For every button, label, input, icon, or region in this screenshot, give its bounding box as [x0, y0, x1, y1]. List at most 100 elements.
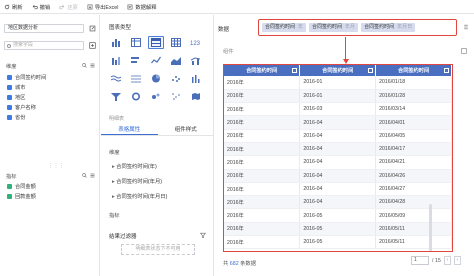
chart-type-points[interactable] — [168, 90, 184, 103]
chart-type-stacked-bar[interactable] — [108, 54, 124, 67]
undo-icon — [32, 4, 38, 9]
chart-type-detail-table[interactable] — [148, 36, 164, 49]
export-label: 导出Excel — [94, 4, 119, 11]
toolbar: 刷新 撤销 还原 导出Excel 数据解释 — [0, 0, 474, 14]
pill-name: 合同签约时间 — [265, 24, 296, 30]
field-label: 客户名称 — [15, 105, 36, 111]
dimension-field[interactable]: 省份 — [7, 114, 25, 121]
column-menu-icon[interactable] — [444, 68, 449, 73]
chart-type-line[interactable] — [148, 54, 164, 67]
table-row: 2016年 2016-05 2016/05/09 — [224, 208, 452, 223]
pill-sub: 年月日 — [397, 24, 413, 30]
table-cell: 2016年 — [224, 155, 301, 170]
tab-table-properties[interactable]: 表格属性 — [101, 124, 158, 135]
field-pill-day[interactable]: 合同签约时间 年月日 — [361, 23, 416, 32]
measure-section-title: 指标 — [6, 174, 17, 180]
dataset-select[interactable]: 地区数据分析 — [4, 23, 84, 33]
table-cell: 2016/04/05 — [375, 129, 452, 143]
chart-type-area[interactable] — [168, 54, 184, 67]
group-table-icon — [131, 38, 141, 47]
count-prefix: 共 — [223, 261, 229, 267]
points-chart-icon — [172, 93, 180, 100]
resize-handle[interactable]: ⋮⋮⋮ — [48, 163, 65, 169]
table-row: 2016年 2016-03 2016/03/14 — [224, 102, 452, 117]
dimension-field[interactable]: 合同签约时间 — [7, 74, 46, 81]
next-page-button[interactable]: › — [453, 256, 461, 265]
chart-type-dot[interactable] — [128, 72, 144, 85]
chart-type-bar-line[interactable] — [188, 54, 204, 67]
measure-field[interactable]: 合同金额 — [7, 183, 36, 190]
filter-icon[interactable] — [200, 232, 206, 238]
chart-type-ring[interactable] — [128, 90, 144, 103]
chart-type-column-compare[interactable] — [188, 72, 204, 85]
component-label: 组件 — [223, 49, 234, 55]
dimension-menu-icon[interactable] — [90, 63, 95, 68]
chart-type-map[interactable] — [188, 90, 204, 103]
measure-field[interactable]: 回款金额 — [7, 193, 36, 200]
chart-type-group-table[interactable] — [128, 36, 144, 49]
measure-menu-icon[interactable] — [90, 173, 95, 178]
table-cell: 2016年 — [224, 115, 301, 130]
chart-type-scatter[interactable] — [168, 72, 184, 85]
bar-line-icon — [191, 57, 201, 65]
column-menu-icon[interactable] — [368, 68, 374, 73]
search-placeholder: 搜索字段 — [13, 42, 34, 48]
add-field-icon[interactable] — [89, 42, 96, 49]
attr-item[interactable]: 合同签约时间(年) — [112, 162, 157, 170]
chart-type-funnel[interactable] — [108, 90, 124, 103]
prev-page-button[interactable]: ‹ — [443, 256, 451, 265]
field-search-input[interactable]: 搜索字段 — [4, 41, 84, 50]
dimension-field[interactable]: 客户名称 — [7, 104, 36, 111]
table-cell: 2016年 — [224, 89, 301, 104]
column-header[interactable]: 合同签约时间 — [224, 65, 301, 76]
chart-type-bubble[interactable] — [148, 90, 164, 103]
table-row: 2016年 2016-01 2016/01/28 — [224, 89, 452, 104]
bubble-chart-icon — [152, 93, 160, 99]
table-scrollbar[interactable] — [429, 204, 432, 251]
undo-button[interactable]: 撤销 — [32, 3, 50, 11]
attr-item[interactable]: 合同签约时间(年月) — [112, 177, 162, 185]
column-header[interactable]: 合同签约时间 — [299, 65, 377, 76]
data-preview-area: 数据 合同签约时间年 合同签约时间 年月 合同签约时间 年月日 组件 合同签约时间 … — [215, 15, 474, 276]
measure-search-icon[interactable] — [82, 173, 87, 178]
table-cell: 2016-04 — [299, 115, 377, 130]
chart-type-pie[interactable] — [148, 72, 164, 85]
tab-component-style[interactable]: 组件样式 — [158, 124, 215, 135]
chart-type-bar[interactable] — [108, 36, 124, 49]
chart-type-horizontal-bar[interactable] — [128, 54, 144, 67]
component-settings-icon[interactable] — [461, 48, 467, 54]
count-value: 682 — [229, 261, 239, 267]
edit-dataset-icon[interactable] — [89, 25, 96, 32]
table-cell: 2016-01 — [299, 76, 377, 90]
dimension-field[interactable]: 地区 — [7, 94, 25, 101]
chart-type-wave[interactable] — [108, 72, 124, 85]
data-explain-button[interactable]: 数据解释 — [127, 3, 157, 11]
table-cell: 2016-05 — [299, 222, 377, 237]
column-header-label: 合同签约时间 — [398, 68, 430, 74]
settings-icon[interactable] — [463, 24, 469, 30]
chart-type-title: 图表类型 — [109, 25, 132, 31]
page-number-input[interactable]: 1 — [411, 256, 429, 265]
ring-chart-icon — [131, 92, 141, 101]
dimension-search-icon[interactable] — [82, 63, 87, 68]
bar-chart-icon — [112, 39, 120, 47]
explain-icon — [127, 4, 133, 9]
column-menu-icon[interactable] — [292, 68, 298, 73]
chart-type-grid: 123 — [108, 36, 210, 103]
redo-button[interactable]: 还原 — [59, 3, 78, 11]
export-excel-button[interactable]: 导出Excel — [87, 3, 119, 11]
table-row: 2016年 2016-04 2016/04/05 — [224, 129, 452, 143]
field-pill-year[interactable]: 合同签约时间年 — [262, 23, 307, 32]
attr-item[interactable]: 合同签约时间(年月日) — [112, 192, 167, 200]
dimension-field-icon — [7, 85, 12, 90]
column-header[interactable]: 合同签约时间 — [375, 65, 452, 76]
dimension-field[interactable]: 城市 — [7, 84, 25, 91]
chart-type-kpi[interactable]: 123 — [188, 36, 204, 49]
refresh-button[interactable]: 刷新 — [4, 3, 23, 11]
table-cell: 2016/03/14 — [375, 102, 452, 117]
chart-type-cross-table[interactable] — [168, 36, 184, 49]
field-pill-month[interactable]: 合同签约时间 年月 — [309, 23, 359, 32]
attr-dimension-title: 维度 — [109, 150, 120, 156]
map-chart-icon — [192, 93, 200, 100]
detail-table-icon — [151, 38, 161, 47]
